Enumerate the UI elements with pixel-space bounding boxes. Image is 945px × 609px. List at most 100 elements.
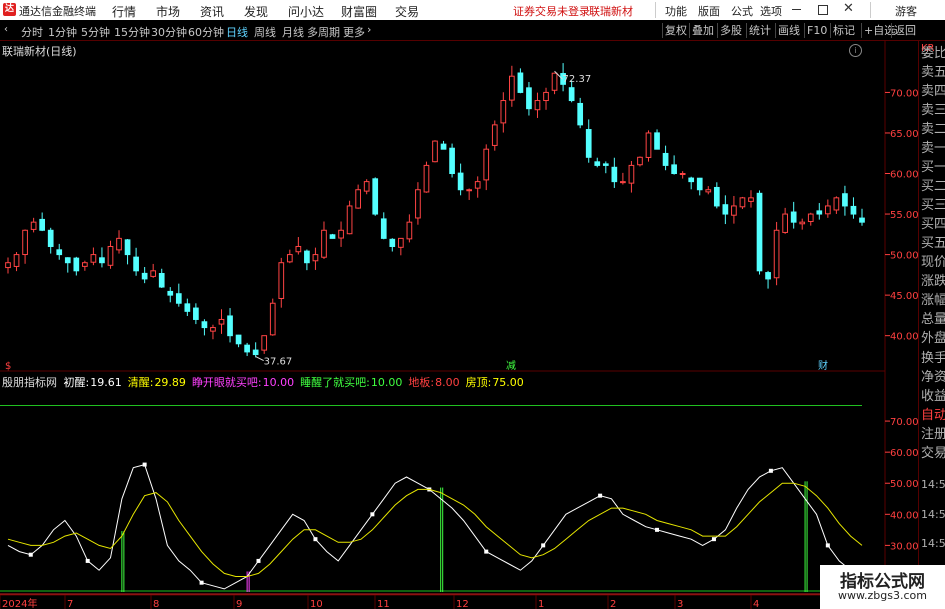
menu-item-trade[interactable]: 交易 xyxy=(395,3,419,20)
indicator-point xyxy=(598,493,603,498)
toolbar-draw[interactable]: 画线 xyxy=(775,23,802,38)
candle-body xyxy=(99,257,105,264)
side-panel-item[interactable]: 卖一 xyxy=(921,141,945,157)
event-marker-dividend: $ xyxy=(5,361,11,372)
period-tab-more[interactable]: 更多 xyxy=(343,24,365,40)
candle-body xyxy=(483,148,490,181)
candle-body xyxy=(594,161,601,166)
side-panel-item[interactable]: 净资 xyxy=(921,370,945,386)
candle-body xyxy=(824,205,831,215)
side-panel-item[interactable]: 现价 xyxy=(921,255,945,271)
side-panel-item[interactable]: 总量 xyxy=(921,312,945,328)
kline-chart-canvas[interactable]: 70.00 65.00 60.00 55.00 50.00 45.00 40.00 72.37… xyxy=(0,40,918,609)
side-panel-item[interactable]: 收益 xyxy=(921,389,945,405)
indicator-point xyxy=(711,537,716,542)
menu-item-discover[interactable]: 发现 xyxy=(244,3,268,20)
low-price-label: 37.67 xyxy=(264,357,293,368)
watermark-url: www.zbgs3.com xyxy=(838,589,927,602)
side-panel-item[interactable]: 买五 xyxy=(921,236,945,252)
side-panel-item[interactable]: 卖二 xyxy=(921,122,945,138)
candle-body xyxy=(568,87,575,102)
side-panel-item[interactable]: 交易 xyxy=(921,446,945,462)
close-icon[interactable]: ✕ xyxy=(843,1,854,16)
indicator-legend-value: 29.89 xyxy=(154,376,186,389)
side-panel-item[interactable]: 卖三 xyxy=(921,103,945,119)
indicator-name[interactable]: 殷朋指标网 xyxy=(2,376,57,389)
side-panel-item[interactable]: 自动 xyxy=(921,408,945,424)
indicator-legend-label: 房顶: xyxy=(465,376,492,389)
toolbar-overlay[interactable]: 叠加 xyxy=(689,23,716,38)
title-bar: 达 通达信金融终端 行情 市场 资讯 发现 问小达 财富圈 交易 证券交易未登录… xyxy=(0,0,945,20)
candle-body xyxy=(620,181,626,184)
toolbar-multi[interactable]: 多股 xyxy=(717,23,744,38)
side-panel-item[interactable]: 涨跌 xyxy=(921,274,945,290)
candle-body xyxy=(107,245,114,266)
indicator-legend-label: 睁开眼就买吧: xyxy=(191,376,262,389)
candle-body xyxy=(39,218,46,231)
side-panel-item[interactable]: 14:5 xyxy=(921,536,945,552)
toolbar-stats[interactable]: 统计 xyxy=(746,23,773,38)
side-panel-item[interactable]: 买一 xyxy=(921,160,945,176)
more-chevron-icon[interactable]: › xyxy=(367,23,371,36)
menu-item-options[interactable]: 选项 xyxy=(760,3,782,19)
side-panel-item[interactable]: 涨幅 xyxy=(921,293,945,309)
candle-body xyxy=(842,193,848,207)
menu-item-function[interactable]: 功能 xyxy=(665,3,687,19)
side-panel-item[interactable]: 买二 xyxy=(921,179,945,195)
side-panel-item[interactable]: 卖四 xyxy=(921,84,945,100)
toolbar-adjust[interactable]: 复权 xyxy=(662,23,689,38)
period-tab-60min[interactable]: 60分钟 xyxy=(188,24,224,40)
period-tab-30min[interactable]: 30分钟 xyxy=(151,24,187,40)
candle-body xyxy=(133,256,139,272)
side-panel-item[interactable]: 注册 xyxy=(921,427,945,443)
menu-item-market[interactable]: 市场 xyxy=(156,3,180,20)
indicator-legend-label: 睡醒了就买吧: xyxy=(300,376,370,389)
side-panel-item[interactable]: 买四 xyxy=(921,217,945,233)
period-tab-intraday[interactable]: 分时 xyxy=(21,24,43,40)
period-tab-daily[interactable]: 日线 xyxy=(226,24,248,40)
side-panel-item[interactable]: 买三 xyxy=(921,198,945,214)
period-tab-weekly[interactable]: 周线 xyxy=(254,24,276,40)
menu-item-ask[interactable]: 问小达 xyxy=(288,3,324,20)
candle-body xyxy=(765,272,771,280)
login-warning[interactable]: 证券交易未登录 xyxy=(513,3,590,19)
candle-body xyxy=(833,197,840,211)
candle-body xyxy=(645,132,652,158)
maximize-icon[interactable] xyxy=(818,5,828,15)
toolbar-mark[interactable]: 标记 xyxy=(830,23,857,38)
menu-item-formula[interactable]: 公式 xyxy=(731,3,753,19)
period-tab-multi[interactable]: 多周期 xyxy=(307,24,340,40)
candle-body xyxy=(534,100,541,111)
period-tab-15min[interactable]: 15分钟 xyxy=(114,24,150,40)
period-tab-1min[interactable]: 1分钟 xyxy=(48,24,77,40)
toolbar-f10[interactable]: F10 xyxy=(804,23,829,38)
period-tab-monthly[interactable]: 月线 xyxy=(282,24,304,40)
menu-item-news[interactable]: 资讯 xyxy=(200,3,224,20)
side-panel-item[interactable]: 换手 xyxy=(921,351,945,367)
side-panel-item[interactable]: 外盘 xyxy=(921,331,945,347)
side-panel-item[interactable]: 14:5 xyxy=(921,477,945,493)
candle-body xyxy=(73,257,80,272)
candle-body xyxy=(671,164,677,175)
indicator-legend-value: 10.00 xyxy=(370,376,403,389)
indicator-point xyxy=(28,552,33,557)
guest-button[interactable]: 游客 xyxy=(895,3,917,19)
side-panel-item[interactable]: 14:5 xyxy=(921,507,945,523)
indicator-point xyxy=(655,527,660,532)
expand-icon[interactable]: ‹ xyxy=(4,24,8,35)
menu-item-quotes[interactable]: 行情 xyxy=(112,3,136,20)
menu-item-wealth[interactable]: 财富圈 xyxy=(341,3,377,20)
period-tab-5min[interactable]: 5分钟 xyxy=(81,24,110,40)
candle-body xyxy=(799,221,806,225)
toolbar-back[interactable]: 返回 xyxy=(891,23,918,38)
side-panel-item[interactable]: 卖五 xyxy=(921,65,945,81)
menu-item-layout[interactable]: 版面 xyxy=(698,3,720,19)
candle-body xyxy=(116,237,122,251)
x-axis-label: 2 xyxy=(610,599,616,609)
info-icon[interactable]: i xyxy=(849,44,862,57)
minimize-icon[interactable] xyxy=(792,9,801,10)
candle-body xyxy=(184,303,191,312)
side-panel-item[interactable]: 委比 xyxy=(921,46,945,62)
indicator-point xyxy=(370,512,375,517)
x-axis-label: 8 xyxy=(153,599,159,609)
